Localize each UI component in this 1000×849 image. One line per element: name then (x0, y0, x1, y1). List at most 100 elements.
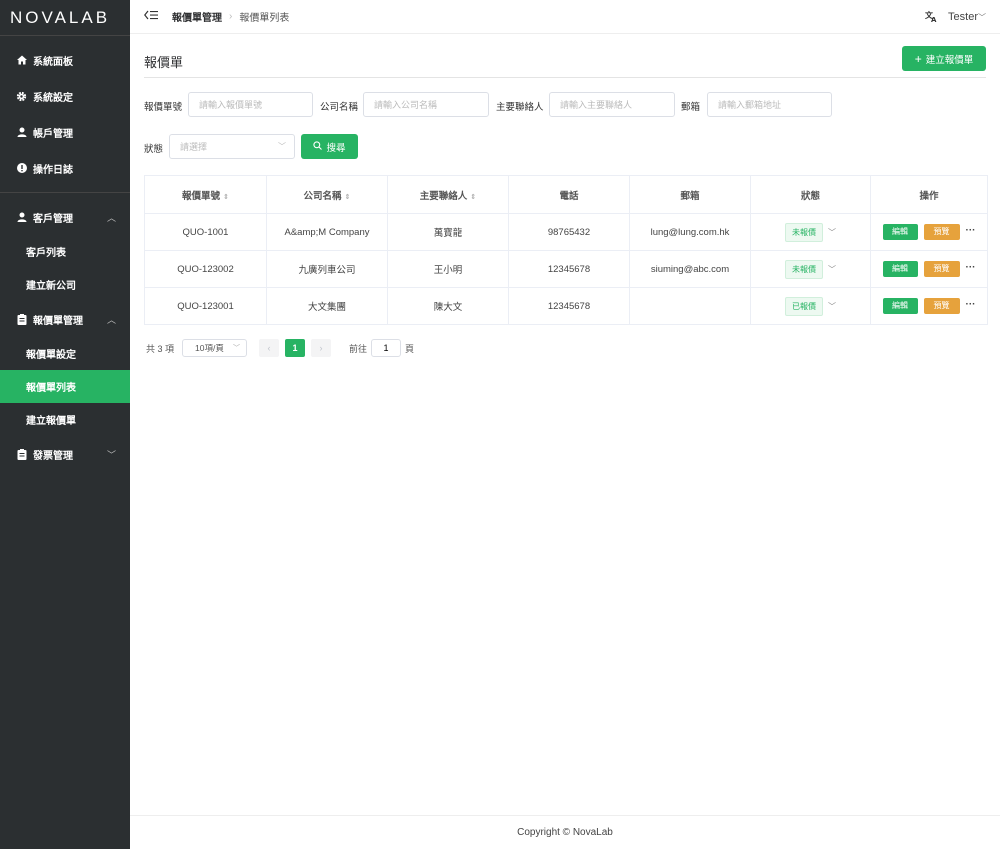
quote-no-label: 報價單號 (144, 102, 183, 113)
cell-contact: 萬寶龍 (387, 213, 509, 251)
sidebar-item-label: 系統設定 (33, 92, 73, 104)
chevron-up-icon: ︿ (106, 213, 116, 223)
sidebar-item-invoices[interactable]: 發票管理 ﹀ (0, 436, 130, 472)
top-header: 報價單管理 › 報價單列表 文A Tester﹀ (130, 0, 1000, 34)
cell-company: 大文集團 (266, 287, 388, 325)
edit-button[interactable]: 編輯 (882, 224, 918, 240)
cell-phone: 98765432 (508, 213, 630, 251)
column-header-company[interactable]: 公司名稱 ⇕ (266, 175, 388, 214)
clipboard-icon (16, 313, 27, 325)
company-label: 公司名稱 (320, 102, 359, 113)
sidebar-item-create-quotation[interactable]: 建立報價單 (0, 403, 130, 436)
sidebar-item-label: 發票管理 (33, 450, 73, 462)
sidebar-item-settings[interactable]: 系統設定 (0, 78, 130, 114)
sidebar-item-accounts[interactable]: 帳戶管理 (0, 114, 130, 150)
sidebar-item-label: 帳戶管理 (33, 128, 73, 140)
sort-icon[interactable]: ⇕ (470, 194, 476, 201)
cell-status: 未報價 ﹀ (750, 213, 871, 251)
edit-button[interactable]: 編輯 (882, 261, 918, 277)
nav-group-system: 系統面板 系統設定 帳戶管理 操作日誌 (0, 36, 130, 193)
next-page-button[interactable]: › (311, 339, 332, 357)
page-size-select[interactable]: 10項/頁 ﹀ (182, 339, 248, 357)
sidebar-item-new-company[interactable]: 建立新公司 (0, 268, 130, 301)
column-header-actions: 操作 (870, 175, 988, 214)
status-badge: 未報價 (785, 222, 823, 242)
cell-company: A&amp;M Company (266, 213, 388, 251)
plus-icon: + (914, 51, 922, 66)
status-label: 狀態 (144, 144, 164, 155)
goto-page-input[interactable] (371, 339, 402, 357)
cell-quote-no: QUO-1001 (144, 213, 267, 251)
column-label: 主要聯絡人 (419, 190, 468, 202)
cell-phone: 12345678 (508, 287, 630, 325)
edit-button[interactable]: 編輯 (882, 298, 918, 314)
main-content: 報價單 + 建立報價單 報價單號 公司名稱 主要聯絡人 郵箱 狀態 請選擇 ﹀ … (130, 35, 1000, 815)
user-icon (16, 127, 27, 138)
chevron-left-icon: ‹ (267, 343, 271, 353)
add-quotation-button[interactable]: + 建立報價單 (902, 46, 986, 71)
gear-icon (16, 91, 27, 102)
language-icon[interactable]: 文A (925, 10, 938, 25)
sort-icon[interactable]: ⇕ (345, 194, 351, 201)
status-select[interactable]: 請選擇 ﹀ (169, 134, 295, 159)
table-row: QUO-123001 大文集團 陳大文 12345678 已報價 ﹀ 編輯 預覽 ··… (144, 287, 988, 325)
cell-actions: 編輯 預覽 ··· (870, 287, 988, 325)
quote-no-input[interactable] (188, 92, 313, 117)
sidebar-item-label: 系統面板 (33, 56, 73, 68)
sidebar-item-logs[interactable]: 操作日誌 (0, 150, 130, 186)
sidebar-item-quotation-settings[interactable]: 報價單設定 (0, 337, 130, 370)
chevron-down-icon[interactable]: ﹀ (828, 302, 836, 311)
column-header-contact[interactable]: 主要聯絡人 ⇕ (387, 175, 509, 214)
page-button-1[interactable]: 1 (285, 339, 306, 357)
preview-button[interactable]: 預覽 (923, 298, 960, 314)
chevron-down-icon: ﹀ (978, 13, 986, 22)
sidebar: NOVALAB 系統面板 系統設定 帳戶管理 操作日誌 客戶管理 ︿ 客戶列表 … (0, 0, 130, 849)
search-button[interactable]: 搜尋 (301, 134, 358, 159)
sidebar-item-dashboard[interactable]: 系統面板 (0, 42, 130, 78)
more-icon[interactable]: ··· (966, 299, 976, 310)
cell-phone: 12345678 (508, 250, 630, 288)
chevron-down-icon[interactable]: ﹀ (828, 228, 836, 237)
more-icon[interactable]: ··· (966, 262, 976, 273)
sidebar-item-quotations[interactable]: 報價單管理 ︿ (0, 301, 130, 337)
table-header-row: 報價單號 ⇕ 公司名稱 ⇕ 主要聯絡人 ⇕ 電話 郵箱 狀態 操作 (144, 175, 988, 214)
cell-company: 九廣列車公司 (266, 250, 388, 288)
table-row: QUO-123002 九廣列車公司 王小明 12345678 siuming@a… (144, 250, 988, 288)
email-input[interactable] (707, 92, 832, 117)
sidebar-item-label: 客戶管理 (33, 213, 73, 225)
more-icon[interactable]: ··· (966, 225, 976, 236)
chevron-down-icon[interactable]: ﹀ (828, 265, 836, 274)
status-badge: 已報價 (785, 296, 823, 316)
alert-icon (16, 163, 27, 174)
user-icon (16, 212, 27, 223)
column-header-quote-no[interactable]: 報價單號 ⇕ (144, 175, 267, 214)
company-input[interactable] (363, 92, 489, 117)
sort-icon[interactable]: ⇕ (223, 194, 229, 201)
chevron-down-icon: ﹀ (233, 345, 241, 352)
goto-suffix: 頁 (405, 343, 415, 354)
copyright-text: Copyright © NovaLab (517, 827, 613, 838)
sidebar-item-quotation-list[interactable]: 報價單列表 (0, 370, 130, 403)
cell-status: 未報價 ﹀ (750, 250, 871, 288)
column-header-phone: 電話 (508, 175, 630, 214)
add-quotation-label: 建立報價單 (925, 54, 974, 66)
contact-input[interactable] (549, 92, 675, 117)
collapse-sidebar-icon[interactable] (144, 10, 158, 23)
sidebar-item-label: 操作日誌 (33, 164, 73, 176)
cell-email: lung@lung.com.hk (629, 213, 751, 251)
cell-quote-no: QUO-123001 (144, 287, 267, 325)
preview-button[interactable]: 預覽 (923, 261, 960, 277)
sidebar-item-customer-list[interactable]: 客戶列表 (0, 235, 130, 268)
cell-status: 已報價 ﹀ (750, 287, 871, 325)
chevron-down-icon: ﹀ (278, 142, 286, 151)
breadcrumb-current: 報價單列表 (239, 13, 290, 24)
breadcrumb-parent[interactable]: 報價單管理 (172, 9, 222, 24)
prev-page-button[interactable]: ‹ (259, 339, 280, 357)
preview-button[interactable]: 預覽 (923, 224, 960, 240)
sidebar-item-customers[interactable]: 客戶管理 ︿ (0, 199, 130, 235)
pagination-total: 共 3 項 (146, 343, 175, 354)
search-icon (313, 140, 323, 153)
clipboard-icon (16, 448, 27, 460)
user-menu[interactable]: Tester﹀ (948, 11, 986, 23)
status-select-placeholder: 請選擇 (180, 142, 208, 152)
